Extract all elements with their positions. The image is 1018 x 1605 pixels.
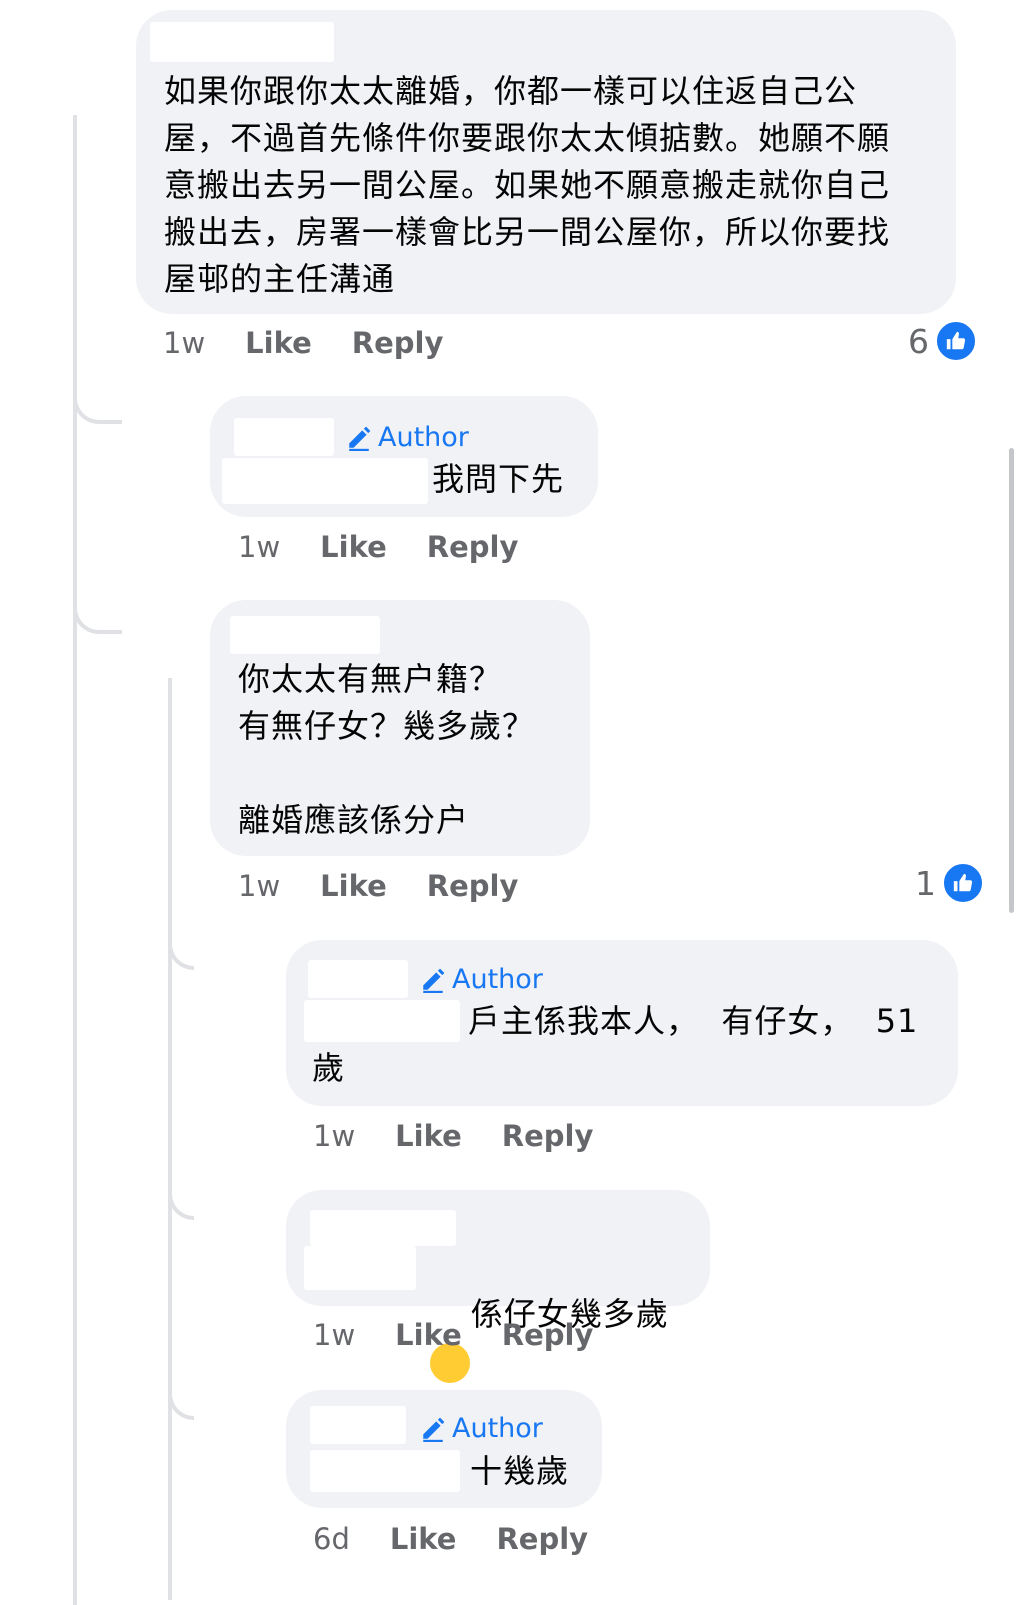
comment-timestamp[interactable]: 1w	[313, 1119, 355, 1153]
author-badge: Author	[346, 423, 469, 453]
comment-timestamp[interactable]: 1w	[238, 869, 280, 903]
pencil-icon	[349, 426, 371, 451]
comment-actions: 1w Like Reply	[163, 326, 483, 360]
reply-button[interactable]: Reply	[502, 1318, 594, 1352]
author-label: Author	[452, 1413, 543, 1444]
comment-text: 十幾歲	[470, 1452, 570, 1490]
reaction-count[interactable]: 1	[915, 862, 984, 904]
comment-actions: 1w Like Reply	[238, 869, 558, 903]
author-badge: Author	[420, 1414, 543, 1444]
like-button[interactable]: Like	[395, 1119, 462, 1153]
comment-actions: 1w Like Reply	[313, 1119, 633, 1153]
like-button[interactable]: Like	[245, 326, 312, 360]
pencil-icon	[423, 1417, 445, 1442]
thread-connector	[168, 1130, 194, 1220]
author-label: Author	[452, 964, 543, 995]
comment-bubble: 你太太有無户籍？ 有無仔女？幾多歲？ 離婚應該係分户	[210, 600, 590, 856]
like-button[interactable]: Like	[320, 530, 387, 564]
redacted-commenter-name	[234, 418, 334, 456]
reply-button[interactable]: Reply	[496, 1522, 588, 1556]
redacted-commenter-name	[310, 1406, 406, 1444]
comment-bubble: Author 戶主係我本人， 有仔女， 51 歲	[286, 940, 958, 1106]
redacted-text	[310, 1450, 460, 1492]
thread-connector	[168, 880, 194, 970]
redacted-commenter-name	[310, 1210, 456, 1246]
thumbs-up-icon	[935, 320, 977, 362]
like-button[interactable]: Like	[390, 1522, 457, 1556]
reaction-number: 6	[908, 321, 929, 361]
thread-connector	[73, 510, 122, 634]
comment-actions: 1w Like Reply	[313, 1318, 633, 1352]
redacted-commenter-name	[230, 616, 380, 654]
comment-timestamp[interactable]: 1w	[313, 1318, 355, 1352]
author-label: Author	[378, 422, 469, 453]
comment-actions: 1w Like Reply	[238, 530, 558, 564]
comment-actions: 6d Like Reply	[313, 1522, 628, 1556]
thread-connector	[73, 300, 122, 424]
scrollbar[interactable]	[1009, 448, 1014, 913]
reaction-count[interactable]: 6	[908, 320, 977, 362]
redacted-commenter-name	[308, 960, 408, 998]
author-badge: Author	[420, 965, 543, 995]
comment-bubble: Author 我問下先	[210, 396, 598, 517]
comment-text: 如果你跟你太太離婚，你都一樣可以住返自己公 屋，不過首先條件你要跟你太太傾掂數。…	[164, 72, 891, 298]
redacted-text	[304, 1246, 416, 1290]
comment-text: 戶主係我本人， 有仔女， 51 歲	[312, 1002, 919, 1087]
comment-bubble: 係仔女幾多歲	[286, 1190, 710, 1476]
reply-button[interactable]: Reply	[352, 326, 444, 360]
comment-timestamp[interactable]: 1w	[238, 530, 280, 564]
reply-button[interactable]: Reply	[427, 869, 519, 903]
like-button[interactable]: Like	[395, 1318, 462, 1352]
redacted-commenter-name	[150, 22, 334, 62]
redacted-text	[222, 458, 428, 504]
thread-connector	[168, 1330, 194, 1420]
reply-button[interactable]: Reply	[427, 530, 519, 564]
reply-button[interactable]: Reply	[502, 1119, 594, 1153]
thumbs-up-icon	[942, 862, 984, 904]
reaction-number: 1	[915, 863, 936, 903]
comment-bubble: Author 十幾歲	[286, 1390, 602, 1508]
comment-text: 我問下先	[432, 460, 565, 498]
like-button[interactable]: Like	[320, 869, 387, 903]
comment-timestamp[interactable]: 1w	[163, 326, 205, 360]
comment-timestamp[interactable]: 6d	[313, 1522, 350, 1556]
pencil-icon	[423, 968, 445, 993]
comment-bubble: 如果你跟你太太離婚，你都一樣可以住返自己公 屋，不過首先條件你要跟你太太傾掂數。…	[136, 10, 956, 314]
comment-text: 你太太有無户籍？ 有無仔女？幾多歲？ 離婚應該係分户	[238, 660, 536, 839]
